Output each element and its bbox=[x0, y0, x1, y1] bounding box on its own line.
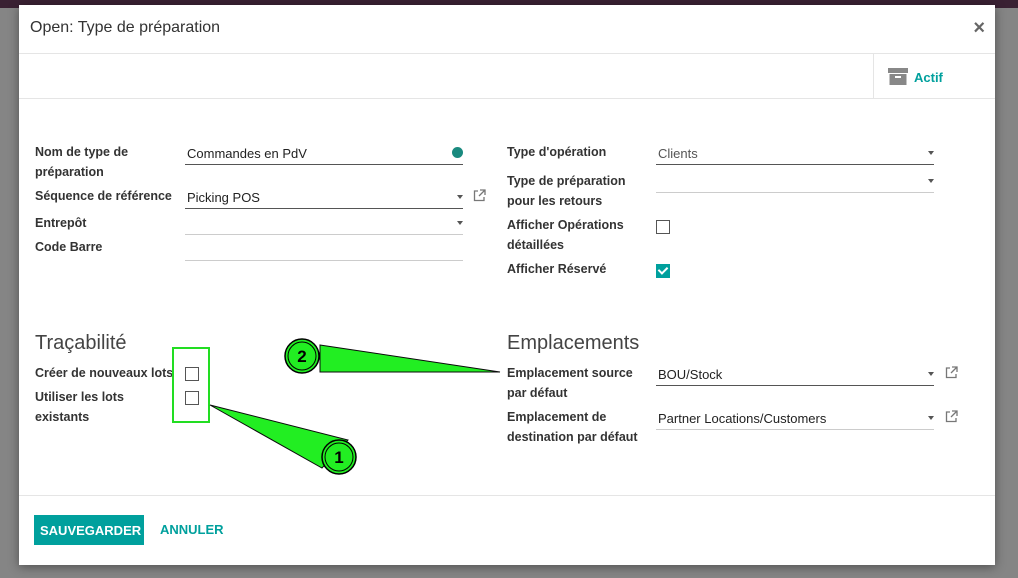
close-button[interactable]: × bbox=[973, 17, 985, 40]
label-source-location: Emplacement source par défaut bbox=[507, 366, 633, 400]
label-show-operations: Afficher Opérations détaillées bbox=[507, 218, 624, 252]
label-sequence: Séquence de référence bbox=[35, 189, 172, 203]
sequence-select[interactable]: Picking POS bbox=[185, 186, 463, 209]
picking-type-name-input[interactable]: Commandes en PdV bbox=[185, 142, 463, 165]
chevron-down-icon bbox=[457, 221, 463, 225]
external-link-icon[interactable] bbox=[945, 366, 958, 379]
highlight-box bbox=[172, 347, 210, 423]
label-picking-type-name: Nom de type de préparation bbox=[35, 145, 129, 179]
return-type-select[interactable] bbox=[656, 170, 934, 193]
dialog-title: Open: Type de préparation bbox=[30, 19, 221, 36]
label-return-type: Type de préparation pour les retours bbox=[507, 174, 626, 208]
operation-type-select[interactable]: Clients bbox=[656, 142, 934, 165]
chevron-down-icon bbox=[928, 372, 934, 376]
barcode-input[interactable] bbox=[185, 238, 463, 261]
tracability-section-title: Traçabilité bbox=[35, 332, 127, 354]
operation-type-value: Clients bbox=[658, 146, 698, 161]
warehouse-select[interactable] bbox=[185, 212, 463, 235]
show-reserved-checkbox[interactable] bbox=[656, 264, 670, 278]
save-button[interactable]: SAUVEGARDER bbox=[34, 515, 144, 545]
external-link-icon[interactable] bbox=[945, 410, 958, 423]
dialog-footer: SAUVEGARDER ANNULER bbox=[19, 495, 995, 566]
chevron-down-icon bbox=[457, 195, 463, 199]
archive-icon bbox=[888, 68, 908, 85]
chevron-down-icon bbox=[928, 416, 934, 420]
chevron-down-icon bbox=[928, 179, 934, 183]
label-barcode: Code Barre bbox=[35, 240, 103, 254]
button-box: Actif bbox=[19, 54, 995, 99]
globe-icon[interactable] bbox=[452, 147, 463, 158]
active-label: Actif bbox=[914, 70, 943, 85]
dest-location-value: Partner Locations/Customers bbox=[658, 411, 827, 426]
show-operations-checkbox[interactable] bbox=[656, 220, 670, 234]
label-use-existing-lots: Utiliser les lots existants bbox=[35, 390, 124, 424]
active-toggle-button[interactable]: Actif bbox=[873, 54, 995, 98]
label-warehouse: Entrepôt bbox=[35, 216, 87, 230]
label-create-lots: Créer de nouveaux lots bbox=[35, 366, 174, 380]
source-location-value: BOU/Stock bbox=[658, 367, 723, 382]
dest-location-select[interactable]: Partner Locations/Customers bbox=[656, 407, 934, 430]
dialog: Open: Type de préparation × Actif Nom de… bbox=[19, 5, 995, 565]
external-link-icon[interactable] bbox=[473, 189, 486, 202]
locations-section-title: Emplacements bbox=[507, 332, 640, 354]
label-operation-type: Type d'opération bbox=[507, 145, 607, 159]
sequence-value: Picking POS bbox=[187, 190, 260, 205]
label-dest-location: Emplacement de destination par défaut bbox=[507, 410, 638, 444]
source-location-select[interactable]: BOU/Stock bbox=[656, 363, 934, 386]
label-show-reserved: Afficher Réservé bbox=[507, 262, 607, 276]
dialog-header: Open: Type de préparation × bbox=[19, 5, 995, 54]
picking-type-name-value: Commandes en PdV bbox=[187, 146, 307, 161]
chevron-down-icon bbox=[928, 151, 934, 155]
cancel-button[interactable]: ANNULER bbox=[160, 522, 224, 537]
